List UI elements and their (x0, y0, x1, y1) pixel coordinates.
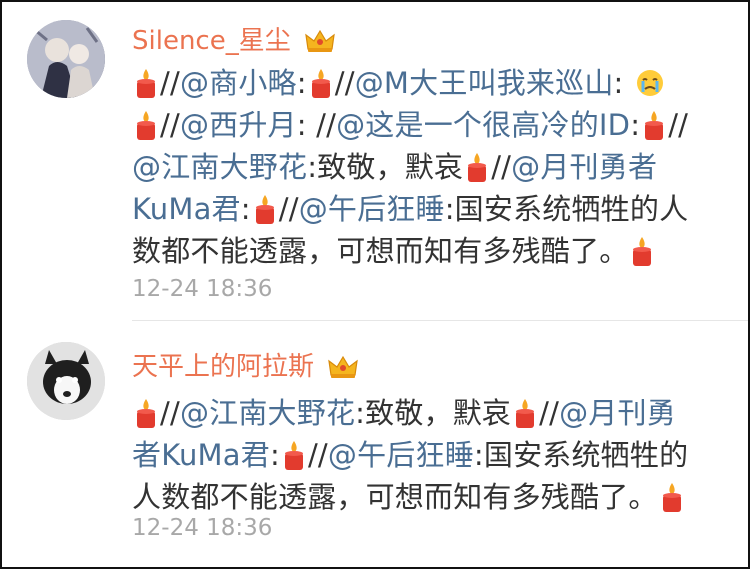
text-line: //@西升月: //@这是一个很高冷的ID:// (132, 104, 732, 146)
username[interactable]: Silence_星尘 (132, 20, 335, 60)
text-line: //@江南大野花:致敬，默哀//@月刊勇 (132, 392, 732, 434)
text-line: 者KuMa君: //@午后狂睡:国安系统牺牲的 (132, 434, 732, 476)
timestamp: 12-24 18:36 (132, 276, 273, 302)
mention-link[interactable]: @午后狂睡 (299, 192, 445, 226)
avatar[interactable] (27, 342, 105, 420)
avatar[interactable] (27, 20, 105, 98)
mention-link[interactable]: 者KuMa君 (132, 438, 270, 472)
mention-link[interactable]: KuMa君 (132, 192, 241, 226)
colon: : (240, 192, 251, 226)
comment-body: :致敬，默哀 (307, 150, 464, 184)
candle-icon (516, 399, 535, 428)
username-label: Silence_星尘 (132, 26, 291, 56)
colon: : (630, 108, 641, 142)
mention-link[interactable]: @午后狂睡 (328, 438, 474, 472)
separator: // (160, 108, 180, 142)
candle-icon (662, 483, 681, 512)
comment-body: 人数都不能透露，可想而知有多残酷了。 (132, 480, 658, 514)
text-line: KuMa君: //@午后狂睡:国安系统牺牲的人 (132, 188, 732, 230)
mention-link[interactable]: @江南大野花 (132, 150, 307, 184)
comment-text: //@商小略://@M大王叫我来巡山: //@西升月: //@这是一个很高冷的I… (132, 62, 732, 272)
text-line: @江南大野花:致敬，默哀 //@月刊勇者 (132, 146, 732, 188)
comment-list: Silence_星尘 //@商小略://@M大王叫我来巡山: //@西升月: /… (0, 0, 750, 569)
colon: : (296, 108, 317, 142)
avatar-illustration (27, 342, 105, 420)
colon: : (296, 66, 307, 100)
mention-link[interactable]: @这是一个很高冷的ID (336, 108, 630, 142)
separator: // (334, 66, 355, 100)
text-line: 人数都不能透露，可想而知有多残酷了。 (132, 476, 732, 518)
separator: // (160, 66, 180, 100)
divider (132, 320, 748, 321)
candle-icon (468, 153, 487, 182)
timestamp: 12-24 18:36 (132, 515, 273, 541)
vip-crown-icon (328, 355, 359, 386)
candle-icon (255, 195, 274, 224)
comment-text: //@江南大野花:致敬，默哀//@月刊勇 者KuMa君://@午后狂睡:国安系统… (132, 392, 732, 518)
text-line: 数都不能透露，可想而知有多残酷了。 (132, 230, 732, 272)
candle-icon (645, 111, 664, 140)
mention-link[interactable]: @月刊勇 (559, 396, 676, 430)
mention-link[interactable]: @商小略 (180, 66, 297, 100)
separator: // (278, 192, 299, 226)
username-label: 天平上的阿拉斯 (132, 352, 315, 382)
comment-body: :致敬，默哀 (355, 396, 512, 430)
mention-link[interactable]: @月刊勇者 (511, 150, 657, 184)
separator: // (160, 396, 180, 430)
candle-icon (137, 111, 155, 140)
avatar-illustration (27, 20, 105, 98)
candle-icon (137, 69, 155, 98)
colon: : (613, 66, 633, 100)
separator: // (307, 438, 328, 472)
comment-item: Silence_星尘 //@商小略://@M大王叫我来巡山: //@西升月: /… (2, 2, 748, 320)
vip-crown-icon (305, 29, 335, 60)
mention-link[interactable]: @江南大野花 (180, 396, 355, 430)
colon: : (269, 438, 280, 472)
username[interactable]: 天平上的阿拉斯 (132, 346, 359, 386)
mention-link[interactable]: @M大王叫我来巡山 (355, 66, 614, 100)
text-line: //@商小略://@M大王叫我来巡山: (132, 62, 732, 104)
candle-icon (137, 399, 155, 428)
separator: // (491, 150, 512, 184)
candle-icon (633, 237, 652, 266)
comment-body: 数都不能透露，可想而知有多残酷了。 (132, 234, 629, 268)
separator: // (668, 108, 689, 142)
candle-icon (284, 441, 303, 470)
crying-face-icon (636, 70, 663, 96)
comment-body: :国安系统牺牲的 (473, 438, 689, 472)
mention-link[interactable]: @西升月 (180, 108, 297, 142)
separator: // (316, 108, 337, 142)
comment-item: 天平上的阿拉斯 //@江南大野花:致敬，默哀//@月刊勇 者KuMa君://@午… (2, 322, 748, 567)
separator: // (539, 396, 560, 430)
comment-body: :国安系统牺牲的人 (444, 192, 689, 226)
candle-icon (311, 69, 330, 98)
